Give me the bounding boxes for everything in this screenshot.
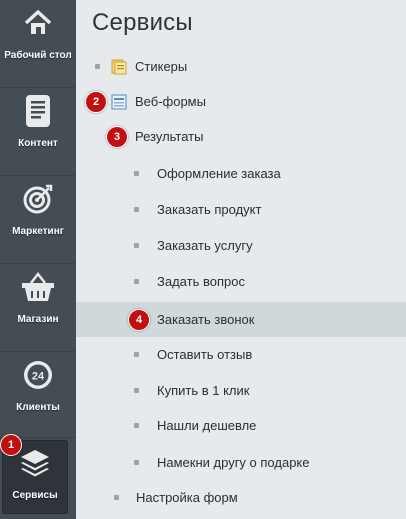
menu-item-one-click-buy[interactable]: Купить в 1 клик <box>76 373 406 408</box>
menu-item-label: Задать вопрос <box>157 274 245 289</box>
sidebar-item-label: Контент <box>18 138 58 149</box>
sidebar-item-label: Сервисы <box>12 490 58 501</box>
menu-item-order-product[interactable]: Заказать продукт <box>76 192 406 227</box>
menu-item-form-settings[interactable]: Настройка форм <box>76 480 406 515</box>
bullet <box>134 171 139 176</box>
step-badge-3: 3 <box>106 126 128 148</box>
menu-item-label: Настройка форм <box>136 490 238 505</box>
menu-item-label: Купить в 1 клик <box>157 383 250 398</box>
home-icon <box>21 6 55 40</box>
menu-item-label: Намекни другу о подарке <box>157 455 310 470</box>
menu-item-label: Оставить отзыв <box>157 347 253 362</box>
document-icon <box>21 94 55 128</box>
page-title: Сервисы <box>92 9 193 36</box>
menu-item-gift-hint[interactable]: Намекни другу о подарке <box>76 445 406 480</box>
basket-icon <box>21 270 55 304</box>
clients-24-icon: 24 <box>21 358 55 392</box>
menu-item-label: Результаты <box>135 129 204 144</box>
menu-item-order-call[interactable]: Заказать звонок <box>76 302 406 337</box>
menu-item-order-checkout[interactable]: Оформление заказа <box>76 156 406 191</box>
bullet <box>114 495 119 500</box>
menu-item-label: Заказать услугу <box>157 238 253 253</box>
menu-item-label: Нашли дешевле <box>157 418 257 433</box>
menu-item-label: Стикеры <box>135 59 188 74</box>
step-badge-4: 4 <box>128 309 150 331</box>
sidebar-item-label: Маркетинг <box>12 226 64 237</box>
bullet <box>134 243 139 248</box>
step-badge-2: 2 <box>85 91 107 113</box>
bullet <box>134 388 139 393</box>
menu-item-label: Оформление заказа <box>157 166 281 181</box>
menu-item-found-cheaper[interactable]: Нашли дешевле <box>76 408 406 443</box>
clients-24-text: 24 <box>32 371 45 383</box>
bullet <box>134 207 139 212</box>
sidebar-item-label: Магазин <box>17 314 59 325</box>
menu-item-leave-review[interactable]: Оставить отзыв <box>76 337 406 372</box>
sidebar-item-label: Рабочий стол <box>4 50 72 61</box>
sidebar-item-clients[interactable]: 24 Клиенты <box>0 352 76 439</box>
stickers-icon <box>111 59 127 75</box>
menu-item-order-service[interactable]: Заказать услугу <box>76 228 406 263</box>
menu-item-label: Веб-формы <box>135 94 206 109</box>
menu-item-label: Заказать продукт <box>157 202 262 217</box>
sidebar-item-shop[interactable]: Магазин <box>0 264 76 351</box>
layers-icon <box>18 446 52 480</box>
sidebar-item-label: Клиенты <box>16 402 60 413</box>
step-badge-1: 1 <box>0 434 22 456</box>
target-icon <box>21 182 55 216</box>
bullet <box>134 423 139 428</box>
menu-item-ask-question[interactable]: Задать вопрос <box>76 264 406 299</box>
services-panel: Сервисы Стикеры Веб-формы Результаты Офо… <box>76 0 406 519</box>
bullet <box>95 64 100 69</box>
menu-item-label: Заказать звонок <box>157 312 255 327</box>
sidebar-item-content[interactable]: Контент <box>0 88 76 175</box>
bullet <box>134 352 139 357</box>
sidebar-item-desktop[interactable]: Рабочий стол <box>0 0 76 87</box>
sidebar-item-marketing[interactable]: Маркетинг <box>0 176 76 263</box>
bullet <box>134 460 139 465</box>
bullet <box>134 279 139 284</box>
menu-item-stickers[interactable]: Стикеры <box>76 49 406 84</box>
menu-item-webforms[interactable]: Веб-формы <box>76 84 406 119</box>
webform-icon <box>111 94 127 110</box>
